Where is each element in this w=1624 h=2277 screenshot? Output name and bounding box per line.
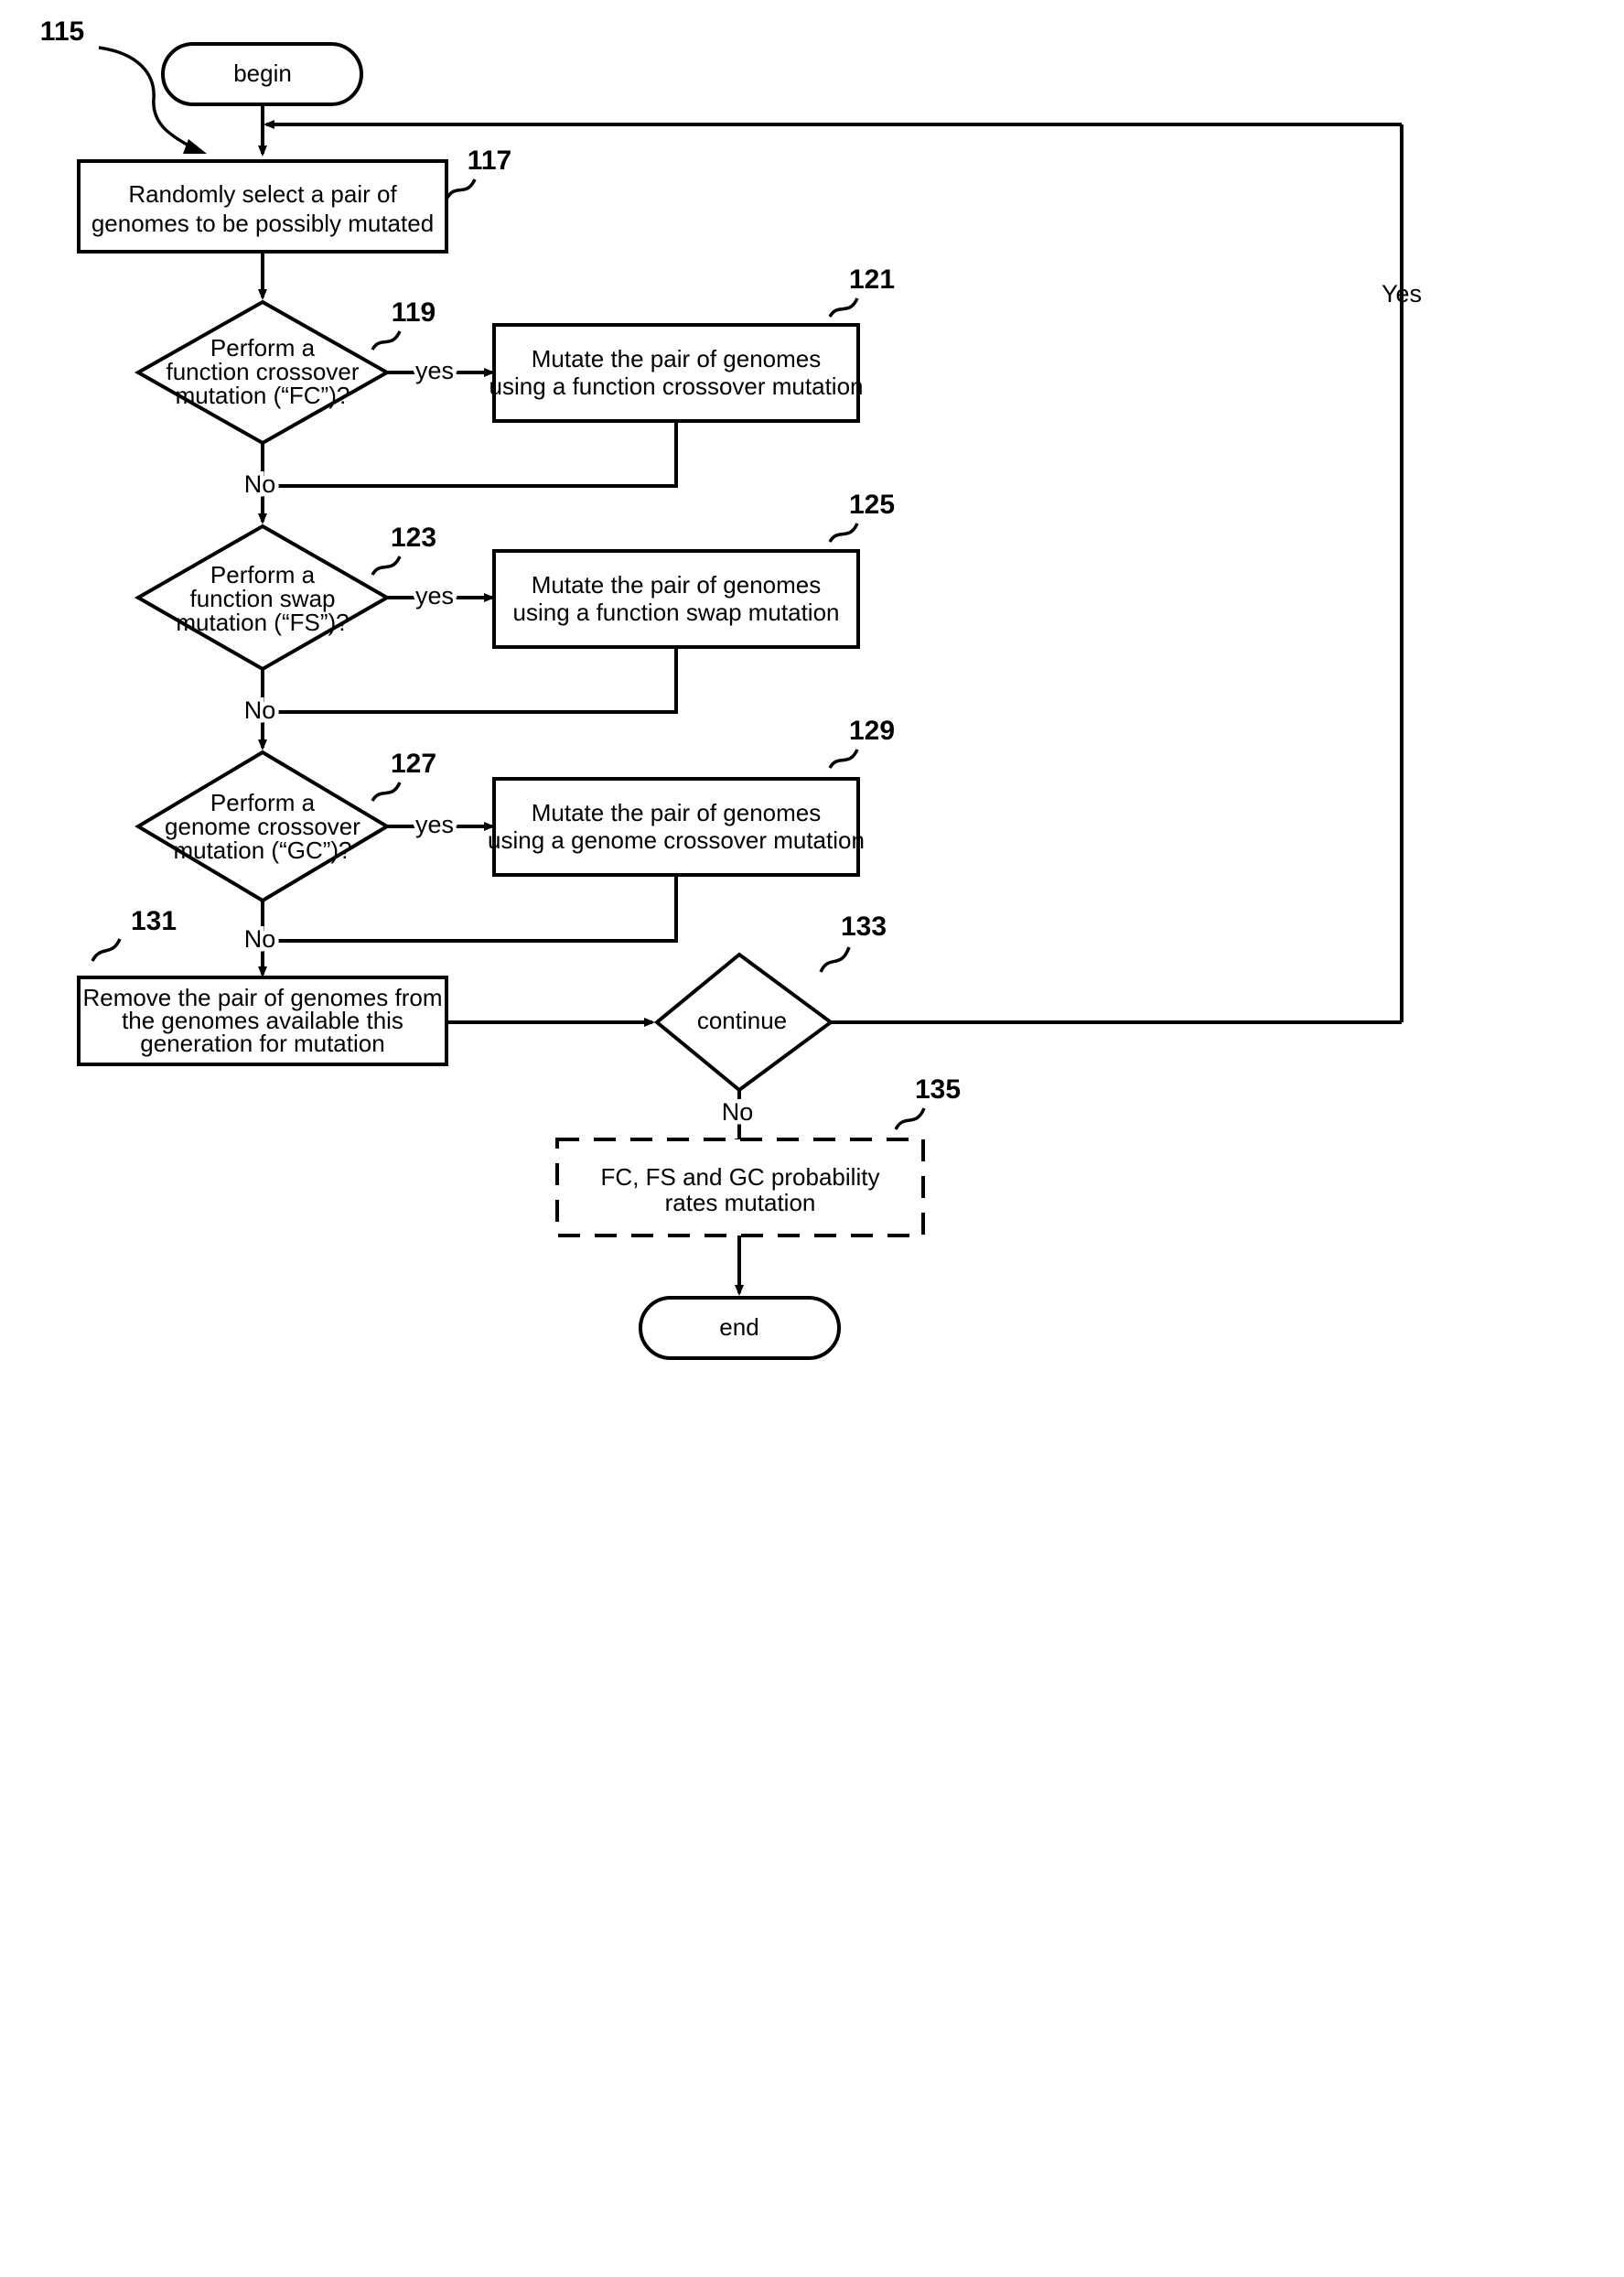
edge-129-merge [263, 875, 678, 943]
process-117-line-1: genomes to be possibly mutated [91, 210, 434, 237]
edge-121-merge [263, 421, 678, 488]
leader-line-135 [894, 1107, 926, 1130]
ref-num-131: 131 [131, 906, 177, 936]
process-125-line-0: Mutate the pair of genomes [532, 571, 822, 599]
process-117-line-0: Randomly select a pair of [128, 180, 397, 208]
edge-label-no-gc: No [244, 925, 276, 953]
process-129-line-1: using a genome crossover mutation [488, 826, 865, 854]
ref-num-121: 121 [849, 264, 895, 295]
flowchart-figure: 115 begin Yes Randomly select a pair of … [0, 0, 1624, 2277]
edge-label-continue-no: No [722, 1098, 754, 1126]
edge-label-no-fc: No [244, 470, 276, 498]
process-125-line-1: using a function swap mutation [513, 599, 840, 626]
process-121-line-0: Mutate the pair of genomes [532, 345, 822, 372]
ref-num-127: 127 [391, 749, 436, 779]
decision-123-line-2: mutation (“FS”)? [176, 609, 349, 636]
leader-line-127 [371, 782, 402, 803]
optional-process-135-line-1: rates mutation [665, 1189, 816, 1216]
process-121-line-1: using a function crossover mutation [489, 372, 864, 400]
ref-num-123: 123 [391, 523, 436, 553]
leader-line-131 [91, 938, 122, 962]
edge-125-merge [263, 647, 678, 714]
leader-arrowhead-115 [183, 139, 207, 154]
decision-119-line-2: mutation (“FC”)? [176, 382, 350, 409]
ref-num-135: 135 [915, 1074, 961, 1105]
optional-process-135-line-0: FC, FS and GC probability [601, 1163, 880, 1191]
leader-line-129 [828, 749, 859, 770]
ref-num-133: 133 [841, 912, 887, 942]
leader-line-133 [819, 946, 851, 973]
ref-num-119: 119 [392, 297, 436, 328]
edge-label-no-fs: No [244, 696, 276, 724]
ref-num-117: 117 [468, 146, 511, 176]
ref-num-125: 125 [849, 490, 895, 520]
leader-line-123 [371, 556, 402, 577]
decision-127-line-2: mutation (“GC”)? [173, 836, 351, 864]
edge-label-yes-fc: yes [415, 357, 454, 384]
ref-num-129: 129 [849, 716, 895, 746]
edge-label-yes-fs: yes [415, 582, 454, 610]
decision-133-line-0: continue [697, 1007, 787, 1034]
edge-label-continue-yes: Yes [1382, 280, 1422, 308]
leader-line-121 [828, 297, 859, 318]
figure-ref-115: 115 [40, 16, 84, 47]
leader-line-117 [446, 178, 477, 200]
leader-line-125 [828, 523, 859, 544]
leader-line-119 [371, 330, 402, 351]
edge-label-yes-gc: yes [415, 811, 454, 838]
terminator-end-label: end [719, 1313, 758, 1341]
flowchart-canvas: 115 begin Yes Randomly select a pair of … [40, 16, 1422, 1360]
process-129-line-0: Mutate the pair of genomes [532, 799, 822, 826]
process-131-line-2: generation for mutation [140, 1030, 384, 1057]
terminator-begin-label: begin [233, 59, 292, 87]
